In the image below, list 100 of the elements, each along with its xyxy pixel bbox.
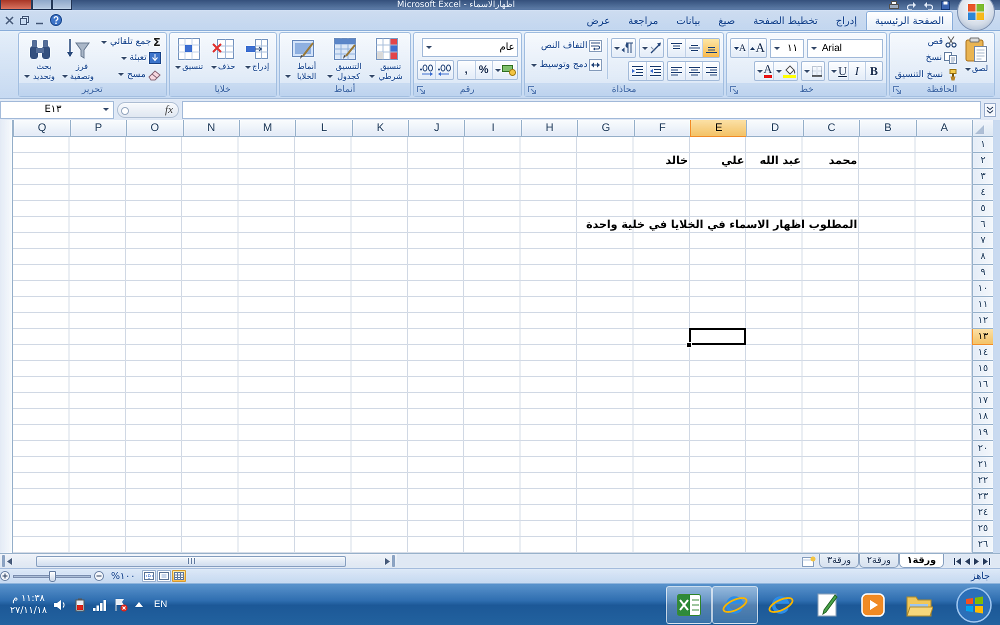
zoom-in-icon[interactable] <box>0 571 10 581</box>
column-header[interactable]: K <box>352 120 408 137</box>
column-header[interactable]: P <box>70 120 126 137</box>
flag-icon[interactable] <box>114 598 128 612</box>
format-painter-button[interactable]: نسخ التنسيق <box>892 66 959 83</box>
column-header[interactable]: H <box>520 120 578 137</box>
slider-thumb[interactable] <box>48 570 56 582</box>
copy-button[interactable]: نسخ <box>892 50 959 66</box>
split-handle[interactable] <box>392 555 395 567</box>
taskbar-button[interactable] <box>666 586 712 624</box>
maximize-button[interactable] <box>32 0 52 10</box>
column-header[interactable]: N <box>182 120 239 137</box>
row-header[interactable]: ١٧ <box>972 393 993 409</box>
find-select-button[interactable]: بحث وتحديد <box>22 34 58 82</box>
format-as-table-button[interactable]: التنسيق كجدول <box>324 34 365 82</box>
column-header[interactable]: D <box>746 120 803 137</box>
zoom-level[interactable]: ١٠٠% <box>111 570 136 582</box>
undo-icon[interactable] <box>924 0 933 10</box>
column-header[interactable]: G <box>577 120 634 137</box>
clock-time[interactable]: ١١:٣٨ م <box>12 592 45 604</box>
decrease-indent-button[interactable] <box>646 62 664 80</box>
normal-view-button[interactable] <box>172 570 186 582</box>
wrap-text-button[interactable]: التفاف النص <box>528 38 604 54</box>
comma-button[interactable]: , <box>458 61 475 79</box>
shrink-font-button[interactable]: A <box>731 39 748 57</box>
ribbon-tab[interactable]: تخطيط الصفحة <box>744 11 827 30</box>
row-header[interactable]: ١٤ <box>972 345 993 361</box>
row-header[interactable]: ١٣ <box>972 329 993 345</box>
column-header[interactable]: A <box>916 120 972 137</box>
arrow-right-icon[interactable] <box>974 558 979 564</box>
increase-decimal-button[interactable] <box>434 61 453 79</box>
column-header[interactable]: Q <box>13 120 70 137</box>
scroll-thumb[interactable] <box>36 556 346 566</box>
sort-filter-button[interactable]: فرز وتصفية <box>60 34 96 82</box>
row-header[interactable]: ٢٦ <box>972 537 993 553</box>
row-header[interactable]: ٧ <box>972 233 993 249</box>
fill-handle[interactable] <box>686 342 692 348</box>
row-header[interactable]: ٦ <box>972 217 993 233</box>
arrow-left-icon[interactable] <box>965 558 970 564</box>
column-header[interactable]: I <box>464 120 521 137</box>
vertical-scrollbar[interactable] <box>0 120 14 553</box>
row-header[interactable]: ٢٣ <box>972 489 993 505</box>
insert-cells-button[interactable]: إدراج <box>240 34 273 82</box>
row-header[interactable]: ٢١ <box>972 457 993 473</box>
row-header[interactable]: ١٠ <box>972 281 993 297</box>
row-header[interactable]: ١١ <box>972 297 993 313</box>
double-chevron-icon[interactable] <box>984 102 996 116</box>
minimize-button[interactable] <box>52 0 72 10</box>
font-size-dropdown[interactable]: ١١ <box>770 38 804 58</box>
arrow-left-end-icon[interactable] <box>954 558 961 564</box>
close-button[interactable] <box>0 0 32 10</box>
column-header[interactable]: L <box>295 120 352 137</box>
row-header[interactable]: ١٢ <box>972 313 993 329</box>
fill-color-button[interactable] <box>773 62 798 80</box>
dialog-launcher-icon[interactable] <box>730 86 738 94</box>
ribbon-tab[interactable]: مراجعة <box>619 11 668 30</box>
row-header[interactable]: ٥ <box>972 201 993 217</box>
conditional-formatting-button[interactable]: تنسيق شرطي <box>366 34 407 82</box>
clear-button[interactable]: مسح <box>98 66 163 83</box>
row-header[interactable]: ٢٤ <box>972 505 993 521</box>
row-header[interactable]: ٨ <box>972 249 993 265</box>
language-indicator[interactable]: EN <box>154 599 168 610</box>
row-header[interactable]: ٢ <box>972 153 993 169</box>
dialog-launcher-icon[interactable] <box>416 86 425 94</box>
column-header[interactable]: F <box>634 120 690 137</box>
row-header[interactable]: ١ <box>972 137 993 153</box>
align-middle-button[interactable] <box>685 39 702 57</box>
formula-input[interactable] <box>182 100 981 118</box>
row-header[interactable]: ٤ <box>972 185 993 201</box>
insert-function-button[interactable]: fx <box>162 102 176 116</box>
column-header[interactable]: J <box>408 120 464 137</box>
name-box[interactable]: E١٣ <box>0 100 114 118</box>
page-layout-view-button[interactable] <box>157 570 172 582</box>
sheet-tab[interactable]: ورقة٣ <box>818 554 859 568</box>
row-header[interactable]: ٩ <box>972 265 993 281</box>
ribbon-tab[interactable]: بيانات <box>667 11 710 30</box>
dialog-launcher-icon[interactable] <box>892 86 901 94</box>
paste-button[interactable]: لصق <box>961 34 991 82</box>
sheet-tab[interactable]: ورقة٢ <box>858 554 899 568</box>
row-header[interactable]: ٢٢ <box>972 473 993 489</box>
close-icon[interactable] <box>5 16 14 24</box>
column-header[interactable]: B <box>859 120 916 137</box>
italic-button[interactable]: I <box>848 62 865 80</box>
cell-styles-button[interactable]: أنماط الخلايا <box>282 34 323 82</box>
ribbon-tab[interactable]: صيغ <box>709 11 744 30</box>
redo-icon[interactable] <box>907 0 916 10</box>
merge-center-button[interactable]: دمج وتوسيط <box>528 57 604 73</box>
bold-button[interactable]: B <box>864 62 882 80</box>
column-header[interactable]: E <box>690 120 746 137</box>
zoom-out-icon[interactable] <box>94 571 104 581</box>
row-header[interactable]: ١٥ <box>972 361 993 377</box>
resize-handle[interactable]: fx <box>117 102 179 118</box>
align-right-button[interactable] <box>702 62 720 80</box>
row-header[interactable]: ١٦ <box>972 377 993 393</box>
column-header[interactable]: C <box>802 120 860 137</box>
horizontal-scrollbar[interactable] <box>0 554 397 568</box>
arrow-right-icon[interactable] <box>385 558 390 564</box>
clock-date[interactable]: ٢٧/١١/١٨ <box>10 604 48 616</box>
printer-icon[interactable] <box>889 0 899 10</box>
number-format-dropdown[interactable]: عام <box>422 38 518 57</box>
